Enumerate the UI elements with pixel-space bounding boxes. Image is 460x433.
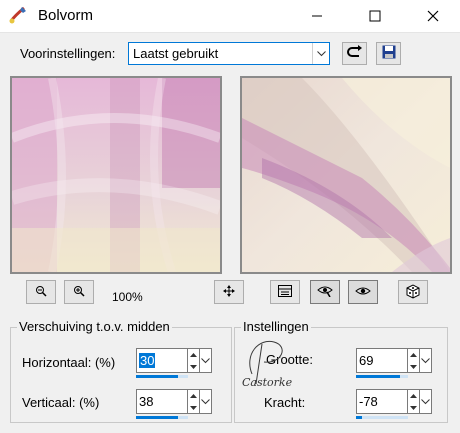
vertical-slider-bar[interactable] [136,416,188,419]
spin-down-icon[interactable] [408,402,419,414]
vertical-dropdown-arrow[interactable] [200,389,212,414]
eye-icon [355,285,371,300]
spin-up-icon[interactable] [188,390,199,402]
dice-icon [405,283,421,302]
vertical-spinner[interactable]: 38 [136,389,212,419]
paint-brush-icon [8,5,28,25]
horizontal-spinner[interactable]: 30 [136,348,212,378]
horizontal-updown[interactable] [188,348,200,373]
size-input[interactable]: 69 [356,348,408,373]
strength-slider-bar[interactable] [356,416,408,419]
floppy-disk-icon [382,45,396,62]
strength-updown[interactable] [408,389,420,414]
horizontal-slider-bar[interactable] [136,375,188,378]
pan-button[interactable] [214,280,244,304]
presets-label: Voorinstellingen: [20,46,116,61]
horizontal-value: 30 [139,353,156,368]
vertical-label: Verticaal: (%) [22,395,100,410]
close-button[interactable] [410,0,456,32]
maximize-button[interactable] [352,0,398,32]
presets-selected-value: Laatst gebruikt [133,46,219,61]
size-dropdown-arrow[interactable] [420,348,432,373]
minimize-button[interactable] [294,0,340,32]
window-list-icon [278,284,292,300]
result-preview[interactable] [240,76,452,274]
zoom-level: 100% [112,290,143,304]
horizontal-dropdown-arrow[interactable] [200,348,212,373]
zoom-out-icon [35,285,47,300]
size-label: Grootte: [266,352,313,367]
spin-up-icon[interactable] [188,349,199,361]
vertical-input[interactable]: 38 [136,389,188,414]
eye-pointer-icon [317,285,333,300]
show-dialog-view-button[interactable] [270,280,300,304]
settings-group-title: Instellingen [241,319,311,334]
presets-dropdown[interactable]: Laatst gebruikt [128,42,330,65]
title-bar: Bolvorm [0,0,460,33]
spin-up-icon[interactable] [408,390,419,402]
size-updown[interactable] [408,348,420,373]
save-preset-button[interactable] [376,42,401,65]
strength-dropdown-arrow[interactable] [420,389,432,414]
offset-group-title: Verschuiving t.o.v. midden [17,319,172,334]
source-preview[interactable] [10,76,222,274]
chevron-down-icon [312,43,329,64]
reset-arrow-icon [346,45,363,62]
zoom-out-button[interactable] [26,280,56,304]
horizontal-input[interactable]: 30 [136,348,188,373]
window-title: Bolvorm [38,7,94,24]
size-value: 69 [359,353,374,368]
size-spinner[interactable]: 69 [356,348,432,378]
spin-down-icon[interactable] [188,402,199,414]
horizontal-label: Horizontaal: (%) [22,355,116,370]
move-arrows-icon [223,284,235,300]
zoom-in-icon [73,285,85,300]
vertical-value: 38 [139,394,154,409]
vertical-updown[interactable] [188,389,200,414]
spin-down-icon[interactable] [408,361,419,373]
reset-button[interactable] [342,42,367,65]
strength-input[interactable]: -78 [356,389,408,414]
strength-spinner[interactable]: -78 [356,389,432,419]
auto-proof-button[interactable] [348,280,378,304]
preview-on-image-button[interactable] [310,280,340,304]
randomize-button[interactable] [398,280,428,304]
zoom-in-button[interactable] [64,280,94,304]
spin-down-icon[interactable] [188,361,199,373]
size-slider-bar[interactable] [356,375,408,378]
strength-value: -78 [359,394,378,409]
spin-up-icon[interactable] [408,349,419,361]
strength-label: Kracht: [264,395,306,410]
